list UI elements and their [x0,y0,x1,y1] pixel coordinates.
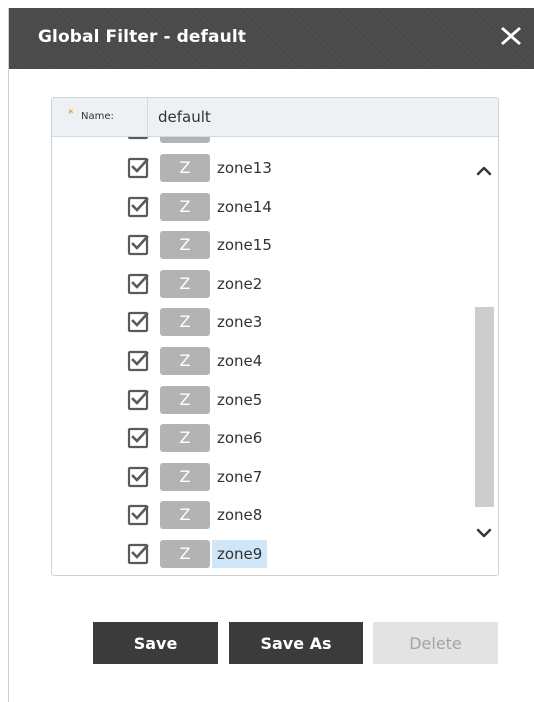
zone-row[interactable]: Zzone6 [52,423,472,453]
checkbox-checked-icon[interactable] [127,543,149,565]
name-label: Name: [81,111,114,122]
zone-name[interactable]: zone5 [212,386,267,414]
checkbox-checked-icon[interactable] [127,311,149,333]
zone-row[interactable]: Zzone15 [52,230,472,260]
close-icon[interactable] [497,22,525,50]
zone-name[interactable]: zone4 [212,347,267,375]
checkbox-checked-icon[interactable] [127,157,149,179]
checkbox-checked-icon[interactable] [127,504,149,526]
checkbox-checked-icon[interactable] [127,350,149,372]
checkbox-checked-icon[interactable] [127,466,149,488]
zone-name[interactable]: zone2 [212,270,267,298]
filter-panel: * Name: Zzone13Zzone14Zzone15Zzone2Zzone… [51,97,499,576]
zone-name[interactable]: zone14 [212,193,277,221]
dialog-title-bar: Global Filter - default [9,8,534,69]
save-as-button[interactable]: Save As [229,622,363,664]
zone-row[interactable]: Zzone4 [52,346,472,376]
zone-type-badge: Z [160,154,210,182]
checkbox-checked-icon[interactable] [127,196,149,218]
zone-type-badge: Z [160,540,210,568]
zone-type-badge: Z [160,347,210,375]
zone-row[interactable]: Zzone2 [52,269,472,299]
zone-row[interactable]: Zzone3 [52,307,472,337]
zone-tree-list[interactable]: Zzone13 Zzone14 Zzone15 Zzone2 Zzone3 Zzone4 Z… [52,137,498,575]
checkbox-checked-icon[interactable] [127,137,149,140]
required-marker: * [68,107,74,120]
zone-row[interactable]: Zzone9 [52,539,472,569]
zone-type-badge: Z [160,385,210,414]
zone-type-badge: Z [160,501,210,530]
zone-type-badge: Z [160,308,210,337]
zone-row[interactable]: Zzone5 [52,385,472,415]
zone-row[interactable]: Zzone13 [52,153,472,183]
save-button[interactable]: Save [93,622,218,664]
zone-type-badge: Z [160,231,210,260]
checkbox-checked-icon[interactable] [127,427,149,449]
checkbox-checked-icon[interactable] [127,389,149,411]
zone-name[interactable]: zone3 [212,308,267,336]
name-input[interactable] [149,98,498,136]
zone-type-badge: Z [160,462,210,491]
zone-badge [160,137,210,144]
zone-name[interactable]: zone13 [212,154,277,182]
scroll-down-icon[interactable] [474,523,494,543]
scroll-thumb[interactable] [475,307,494,507]
zone-type-badge: Z [160,192,210,221]
zone-row[interactable]: Zzone8 [52,500,472,530]
zone-name[interactable]: zone15 [212,231,277,259]
name-label-cell: * Name: [52,98,148,136]
checkbox-checked-icon[interactable] [127,273,149,295]
name-row: * Name: [52,98,498,137]
delete-button[interactable]: Delete [373,622,498,664]
zone-type-badge: Z [160,269,210,298]
zone-row-partial [52,137,472,144]
zone-name[interactable]: zone8 [212,501,267,529]
checkbox-checked-icon[interactable] [127,234,149,256]
zone-row[interactable]: Zzone7 [52,462,472,492]
scroll-up-icon[interactable] [474,161,494,181]
dialog-title: Global Filter - default [38,27,246,47]
zone-name[interactable]: zone9 [212,540,268,568]
zone-name[interactable]: zone7 [212,463,267,491]
zone-type-badge: Z [160,424,210,453]
global-filter-dialog: Global Filter - default * Name: Zzone13Z… [8,8,534,702]
zone-row[interactable]: Zzone14 [52,192,472,222]
scrollbar[interactable] [470,137,498,575]
zone-name[interactable]: zone6 [212,424,267,452]
